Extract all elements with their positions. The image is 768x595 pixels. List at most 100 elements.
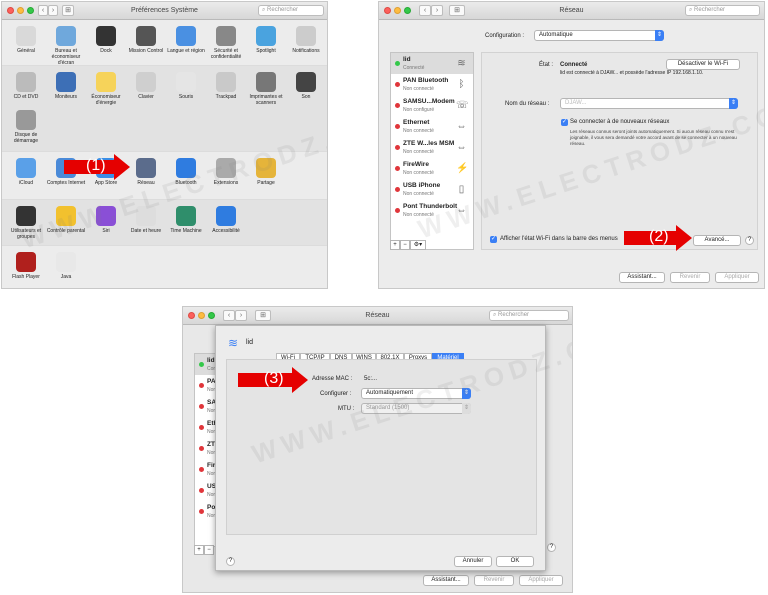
cancel-button[interactable]: Annuler [454,556,492,567]
step-2-arrow: (2) [624,225,692,251]
status-dot [395,187,400,192]
apply-button[interactable]: Appliquer [519,575,563,586]
assistant-button[interactable]: Assistant... [423,575,469,586]
pref-label: Général [17,48,35,54]
gear-icon: ⚙▾ [413,242,423,248]
show-wifi-status-checkbox[interactable]: ✓ [490,236,497,243]
search-placeholder: Rechercher [694,7,726,13]
pref-language[interactable]: Langue et région [166,26,206,54]
pref-general[interactable]: Général [6,26,46,54]
network-icon [136,158,156,178]
trackpad-icon [216,72,236,92]
pref-security[interactable]: Sécurité et confidentialité [206,26,246,60]
pref-notifications[interactable]: Notifications [286,26,326,54]
icloud-icon [16,158,36,178]
service-item[interactable]: ZTE W...les MSM Non connecté ⇔ [391,137,473,158]
sheet-help-button[interactable]: ? [226,557,235,566]
notifications-icon [296,26,316,46]
dock-icon [96,26,116,46]
pref-label: Mission Control [128,48,164,54]
network-name-label: Nom du réseau : [505,101,550,107]
service-item[interactable]: lid Connecté ≋ [391,53,473,74]
remove-service-button[interactable]: − [400,240,410,250]
wifi-icon: ≋ [228,336,239,350]
service-name: lid [403,56,411,63]
pref-label: Moniteurs [55,94,77,100]
mac-address-label: Adresse MAC : [312,376,353,382]
status-dot [395,166,400,171]
pref-flash[interactable]: Flash Player [6,252,46,280]
pref-label: Clavier [138,94,154,100]
service-status: Non connecté [403,191,434,197]
status-dot [199,383,204,388]
help-button[interactable]: ? [745,236,754,245]
search-field[interactable]: ⌕ Rechercher [489,310,569,321]
configuration-select[interactable]: Automatique ⇕ [534,30,664,41]
pref-dock[interactable]: Dock [86,26,126,54]
add-service-button[interactable]: + [390,240,400,250]
service-item[interactable]: FireWire Non connecté ⚡ [391,158,473,179]
status-dot [199,509,204,514]
status-dot [395,124,400,129]
disable-wifi-button[interactable]: Désactiver le Wi-Fi [666,59,740,70]
assistant-button[interactable]: Assistant... [619,272,665,283]
revert-button[interactable]: Revenir [474,575,514,586]
configuration-label: Configuration : [485,33,525,39]
pref-mouse[interactable]: Souris [166,72,206,100]
search-field[interactable]: ⌕ Rechercher [258,5,324,16]
pref-trackpad[interactable]: Trackpad [206,72,246,100]
pref-mission-control[interactable]: Mission Control [126,26,166,54]
service-item[interactable]: Ethernet Non connecté ⇔ [391,116,473,137]
title-bar: ‹ › ⊞ Préférences Système ⌕ Rechercher [2,2,327,20]
auto-join-label: Se connecter à de nouveaux réseaux [570,119,670,125]
pref-cd[interactable]: CD et DVD [6,72,46,100]
pref-label: Disque de démarrage [13,132,39,144]
search-field[interactable]: ⌕ Rechercher [685,5,760,16]
pref-spotlight[interactable]: Spotlight [246,26,286,54]
pref-accessibility[interactable]: Accessibilité [206,206,246,234]
pref-java[interactable]: Java [46,252,86,280]
step-2-label: (2) [649,228,669,245]
add-service-button[interactable]: + [194,545,204,555]
service-item[interactable]: PAN Bluetooth Non connecté ᛒ [391,74,473,95]
help-button-bg[interactable]: ? [547,543,556,552]
pref-time-machine[interactable]: Time Machine [166,206,206,234]
mission-control-icon [136,26,156,46]
pref-keyboard[interactable]: Clavier [126,72,166,100]
pref-label: Flash Player [12,274,40,280]
pref-desktop[interactable]: Bureau et économiseur d'écran [46,26,86,66]
service-item[interactable]: SAMSU...Modem Non configuré ☏ [391,95,473,116]
service-status: Non connecté [403,170,434,176]
pref-startup-disk[interactable]: Disque de démarrage [6,110,46,144]
pref-label: iCloud [18,180,34,186]
pref-label: CD et DVD [13,94,39,100]
chevron-updown-icon: ⇕ [462,403,471,414]
pref-energy[interactable]: Économiseur d'énergie [86,72,126,106]
remove-service-button[interactable]: − [204,545,214,555]
language-icon [176,26,196,46]
pref-label: Notifications [292,48,320,54]
status-dot [395,82,400,87]
ethernet-icon: ⇔ [456,121,467,132]
revert-button[interactable]: Revenir [670,272,710,283]
state-description: lid est connecté à DJAW... et possède l'… [560,70,704,76]
time-machine-icon [176,206,196,226]
step-1-arrow: (1) [64,154,130,180]
auto-join-checkbox[interactable]: ✓ [561,119,568,126]
advanced-button[interactable]: Avancé... [693,235,741,246]
pref-label: Dock [100,48,112,54]
pref-sound[interactable]: Son [286,72,326,100]
service-name: SAMSU...Modem [403,98,455,105]
status-dot [395,61,400,66]
status-dot [199,425,204,430]
pref-displays[interactable]: Moniteurs [46,72,86,100]
service-item[interactable]: USB iPhone Non connecté ▯ [391,179,473,200]
apply-button[interactable]: Appliquer [715,272,759,283]
pref-label: Date et heure [130,228,162,234]
service-name: PAN Bluetooth [403,77,449,84]
sheet-title: lid [246,339,254,346]
pref-icloud[interactable]: iCloud [6,158,46,186]
network-name-select[interactable]: DJAW... ⇕ [560,98,738,109]
pref-printer[interactable]: Imprimantes et scanners [246,72,286,106]
ok-button[interactable]: OK [496,556,534,567]
